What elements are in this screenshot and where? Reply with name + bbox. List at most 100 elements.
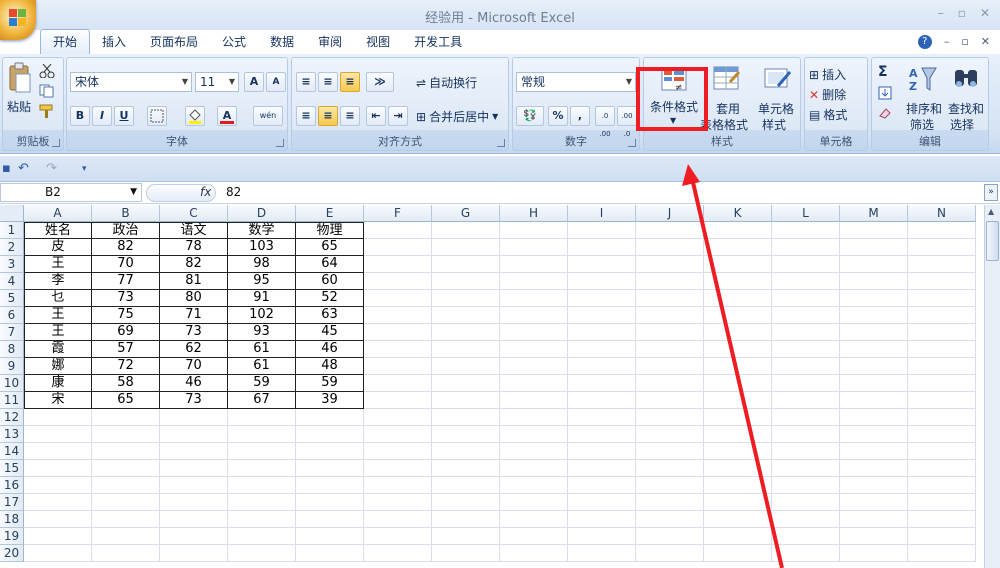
cell[interactable] [840, 460, 908, 477]
cell[interactable]: 乜 [24, 290, 92, 307]
orientation-icon[interactable]: ≫ [366, 72, 394, 92]
cell[interactable] [704, 426, 772, 443]
tab-formulas[interactable]: 公式 [210, 30, 258, 54]
cell[interactable] [432, 409, 500, 426]
cell[interactable] [840, 358, 908, 375]
cell[interactable]: 宋 [24, 392, 92, 409]
cell[interactable] [228, 545, 296, 562]
cell[interactable] [704, 358, 772, 375]
cell[interactable] [24, 528, 92, 545]
cell[interactable] [840, 239, 908, 256]
cell[interactable]: 102 [228, 307, 296, 324]
cell[interactable] [840, 545, 908, 562]
cell[interactable] [772, 443, 840, 460]
cell-styles-button[interactable]: 样式 [762, 116, 786, 133]
column-header[interactable]: M [840, 205, 908, 222]
cell[interactable] [228, 494, 296, 511]
cell[interactable]: 75 [92, 307, 160, 324]
cell[interactable]: 62 [160, 341, 228, 358]
cell[interactable] [228, 528, 296, 545]
cell[interactable] [92, 494, 160, 511]
select-all-button[interactable] [0, 205, 24, 222]
cell[interactable] [228, 460, 296, 477]
cell[interactable] [704, 222, 772, 239]
cell[interactable] [704, 375, 772, 392]
cell[interactable] [704, 545, 772, 562]
cell[interactable] [568, 409, 636, 426]
cell[interactable] [228, 477, 296, 494]
row-header[interactable]: 18 [0, 511, 24, 528]
cell[interactable] [432, 426, 500, 443]
clear-icon[interactable] [878, 106, 892, 120]
cell[interactable] [636, 239, 704, 256]
cell[interactable] [364, 494, 432, 511]
column-header[interactable]: J [636, 205, 704, 222]
cut-icon[interactable] [39, 64, 55, 78]
row-header[interactable]: 5 [0, 290, 24, 307]
cell[interactable] [296, 409, 364, 426]
cell[interactable] [704, 443, 772, 460]
cell[interactable] [704, 273, 772, 290]
cell[interactable] [364, 545, 432, 562]
cell[interactable] [160, 545, 228, 562]
phonetic-button[interactable]: wén [253, 106, 283, 126]
cell[interactable]: 数学 [228, 222, 296, 239]
cell[interactable]: 81 [160, 273, 228, 290]
cell[interactable]: 霞 [24, 341, 92, 358]
cell[interactable] [228, 443, 296, 460]
cell[interactable] [636, 494, 704, 511]
decrease-indent-icon[interactable]: ⇤ [366, 106, 386, 126]
fill-icon[interactable] [878, 86, 892, 100]
cell[interactable]: 70 [92, 256, 160, 273]
cell[interactable] [568, 528, 636, 545]
row-header[interactable]: 8 [0, 341, 24, 358]
underline-button[interactable]: U [114, 106, 134, 126]
row-header[interactable]: 10 [0, 375, 24, 392]
cell[interactable] [568, 256, 636, 273]
cell[interactable] [636, 460, 704, 477]
cell[interactable] [24, 477, 92, 494]
italic-button[interactable]: I [92, 106, 112, 126]
cell[interactable] [704, 341, 772, 358]
cell[interactable] [772, 324, 840, 341]
cell[interactable] [24, 460, 92, 477]
format-cells-button[interactable]: ▤ 格式 [809, 106, 847, 123]
cell[interactable] [500, 290, 568, 307]
cell[interactable] [772, 511, 840, 528]
cell[interactable] [500, 256, 568, 273]
cell[interactable] [772, 409, 840, 426]
cell[interactable] [840, 426, 908, 443]
cell[interactable] [500, 511, 568, 528]
cell[interactable]: 46 [296, 341, 364, 358]
cell[interactable]: 皮 [24, 239, 92, 256]
font-size-select[interactable]: 11 ▼ [195, 72, 239, 92]
cell[interactable] [772, 341, 840, 358]
shrink-font-button[interactable]: A [266, 72, 286, 92]
row-header[interactable]: 17 [0, 494, 24, 511]
formula-input[interactable]: 82 [226, 185, 241, 199]
cell[interactable]: 48 [296, 358, 364, 375]
cell[interactable] [568, 392, 636, 409]
minimize-button[interactable]: – [938, 6, 944, 20]
column-header[interactable]: I [568, 205, 636, 222]
name-box[interactable]: B2 ▼ [0, 183, 142, 202]
close-button[interactable]: ✕ [980, 6, 990, 20]
row-header[interactable]: 1 [0, 222, 24, 239]
align-right-icon[interactable]: ≡ [340, 106, 360, 126]
cell[interactable] [908, 290, 976, 307]
align-left-icon[interactable]: ≡ [296, 106, 316, 126]
worksheet-grid[interactable]: A B C D E F G H I J K L M N 1 姓名 政治 语文 数学 物理 2 皮 82 78 103 65 3 王 70… [0, 205, 984, 568]
cell[interactable] [296, 477, 364, 494]
cell[interactable] [432, 324, 500, 341]
cell[interactable] [908, 409, 976, 426]
cell[interactable] [908, 239, 976, 256]
cell[interactable] [568, 307, 636, 324]
cell[interactable] [160, 511, 228, 528]
cell[interactable] [364, 341, 432, 358]
cell[interactable] [432, 494, 500, 511]
cell[interactable] [704, 494, 772, 511]
cell[interactable] [704, 307, 772, 324]
cell[interactable]: 52 [296, 290, 364, 307]
cell[interactable] [772, 256, 840, 273]
cell[interactable] [568, 545, 636, 562]
